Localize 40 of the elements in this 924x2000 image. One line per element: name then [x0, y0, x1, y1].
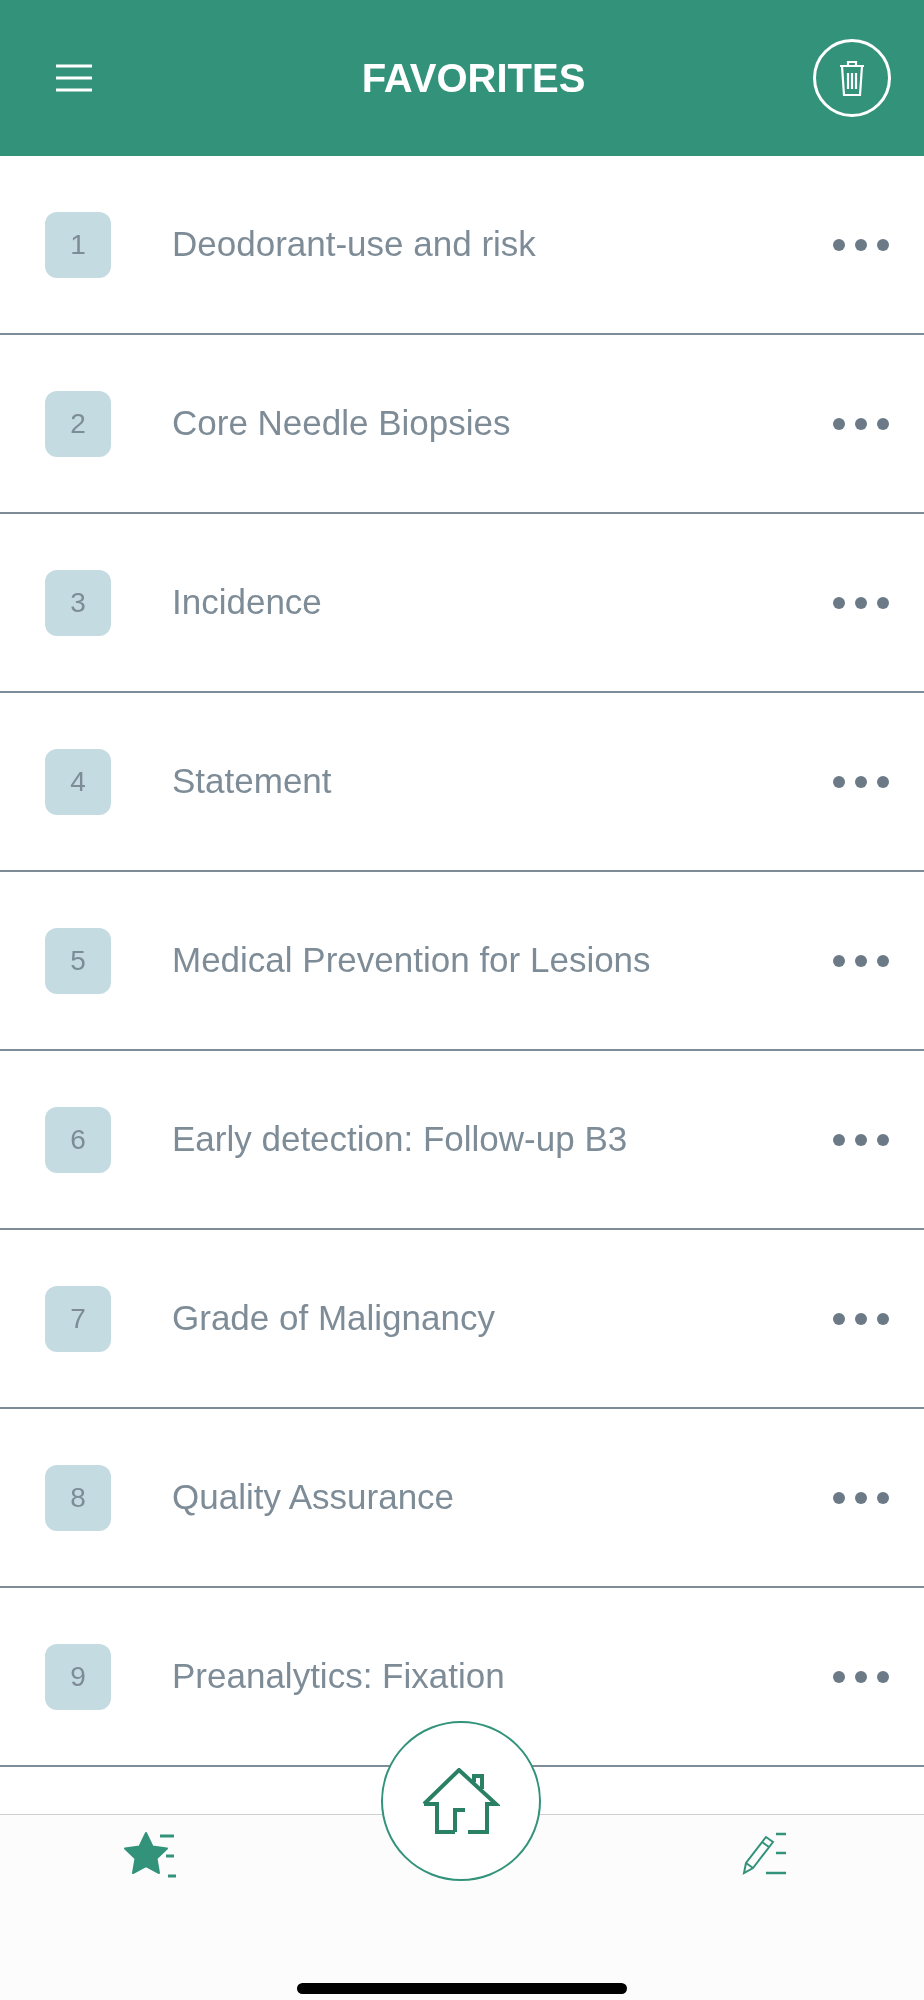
more-icon[interactable] [832, 1490, 890, 1505]
favorite-row[interactable]: 2 Core Needle Biopsies [0, 335, 924, 514]
more-icon[interactable] [832, 595, 890, 610]
number-badge: 4 [45, 748, 111, 815]
more-icon[interactable] [832, 237, 890, 252]
row-title: Core Needle Biopsies [172, 402, 512, 445]
page-title: FAVORITES [361, 55, 586, 102]
favorite-row[interactable]: 4 Statement [0, 693, 924, 872]
more-icon[interactable] [832, 774, 890, 789]
number-badge: 9 [45, 1643, 111, 1710]
number-badge: 8 [45, 1464, 111, 1531]
favorite-row[interactable]: 6 Early detection: Follow-up B3 [0, 1051, 924, 1230]
row-title: Preanalytics: Fixation [172, 1655, 506, 1698]
delete-button[interactable] [813, 39, 891, 117]
number-badge: 1 [45, 211, 111, 278]
row-title: Grade of Malignancy [172, 1297, 496, 1340]
number-badge: 6 [45, 1106, 111, 1173]
number-badge: 2 [45, 390, 111, 457]
row-title: Medical Prevention for Lesions [172, 939, 652, 982]
number-badge: 7 [45, 1285, 111, 1352]
favorite-row[interactable]: 3 Incidence [0, 514, 924, 693]
menu-icon[interactable] [54, 63, 94, 93]
more-icon[interactable] [832, 1132, 890, 1147]
number-badge: 5 [45, 927, 111, 994]
more-icon[interactable] [832, 1669, 890, 1684]
favorite-row[interactable]: 1 Deodorant-use and risk [0, 156, 924, 335]
favorite-row[interactable]: 8 Quality Assurance [0, 1409, 924, 1588]
more-icon[interactable] [832, 953, 890, 968]
row-title: Statement [172, 760, 333, 803]
more-icon[interactable] [832, 1311, 890, 1326]
more-icon[interactable] [832, 416, 890, 431]
row-title: Incidence [172, 581, 323, 624]
row-title: Early detection: Follow-up B3 [172, 1118, 629, 1161]
row-title: Quality Assurance [172, 1476, 456, 1519]
row-title: Deodorant-use and risk [172, 223, 537, 266]
trash-icon [837, 59, 867, 97]
home-icon [422, 1768, 500, 1834]
number-badge: 3 [45, 569, 111, 636]
favorite-row[interactable]: 5 Medical Prevention for Lesions [0, 872, 924, 1051]
favorite-row[interactable]: 7 Grade of Malignancy [0, 1230, 924, 1409]
